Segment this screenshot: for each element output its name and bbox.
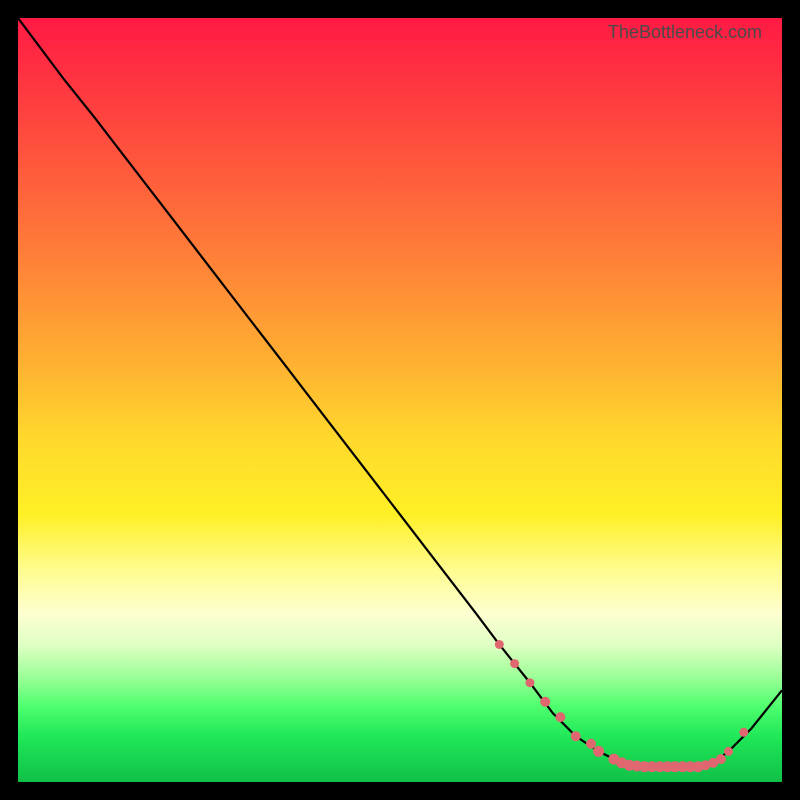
marker-point bbox=[555, 712, 565, 722]
chart-container: TheBottleneck.com bbox=[18, 18, 782, 782]
plot-area bbox=[18, 18, 782, 782]
curve-svg bbox=[18, 18, 782, 782]
marker-point bbox=[495, 640, 504, 649]
highlight-markers bbox=[495, 640, 749, 772]
marker-point bbox=[510, 659, 519, 668]
marker-point bbox=[593, 746, 604, 757]
marker-point bbox=[586, 739, 596, 749]
marker-point bbox=[571, 731, 581, 741]
marker-point bbox=[540, 697, 550, 707]
marker-point bbox=[525, 678, 534, 687]
watermark-text: TheBottleneck.com bbox=[608, 22, 762, 43]
marker-point bbox=[739, 728, 748, 737]
main-curve bbox=[18, 18, 782, 767]
marker-point bbox=[716, 754, 726, 764]
marker-point bbox=[724, 747, 733, 756]
